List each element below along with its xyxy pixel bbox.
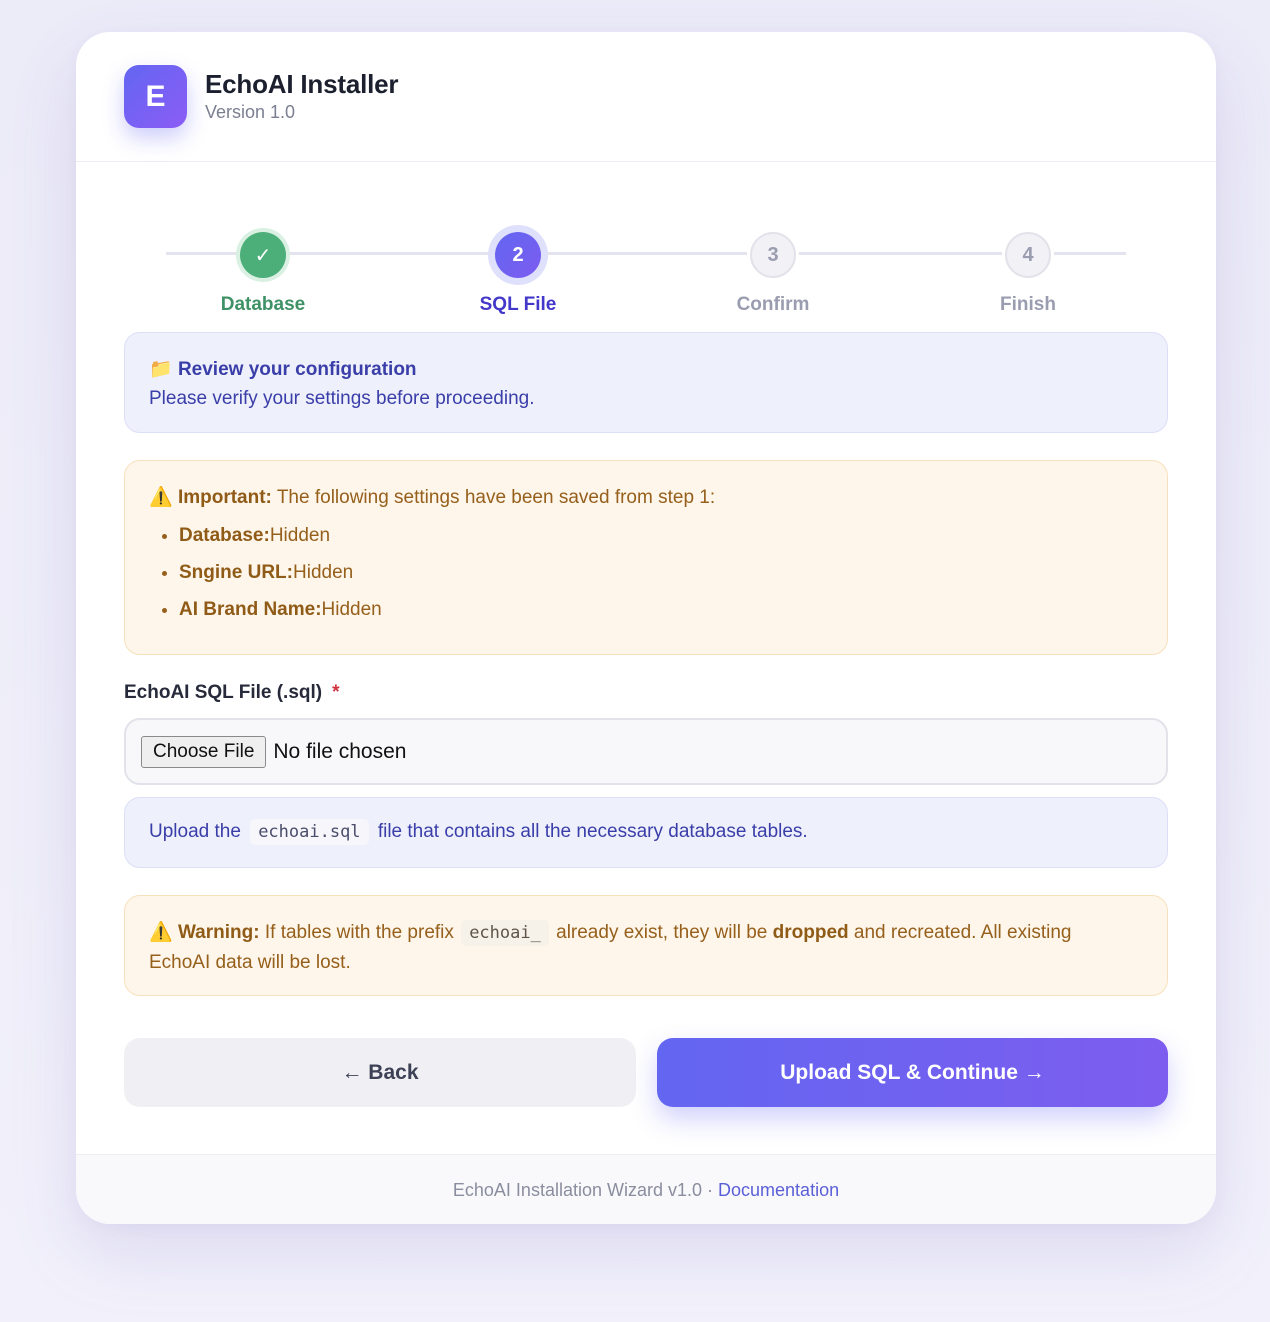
step-complete-check-icon: ✓ — [240, 232, 286, 278]
review-title-text: Review your configuration — [177, 359, 417, 380]
upload-hint-text: Upload the echoai.sql file that contains… — [149, 819, 808, 845]
setting-value: Hidden — [293, 562, 354, 583]
step-number: 2 — [495, 232, 541, 278]
setting-value: Hidden — [321, 599, 382, 620]
important-text: The following settings have been saved f… — [276, 487, 716, 508]
step-number: 4 — [1005, 232, 1051, 278]
important-line: ⚠️ Important: The following settings hav… — [149, 485, 715, 509]
folder-icon: 📁 — [149, 359, 173, 380]
footer-separator: · — [707, 1179, 714, 1200]
app-logo: E — [124, 65, 187, 128]
setting-key: Database: — [179, 525, 270, 546]
warning-icon: ⚠️ — [149, 487, 173, 508]
sql-file-label-text: EchoAI SQL File (.sql) — [124, 682, 323, 703]
hint-text-after: file that contains all the necessary dat… — [377, 821, 808, 842]
important-alert: ⚠️ Important: The following settings hav… — [124, 460, 1168, 655]
file-status: No file chosen — [273, 739, 407, 763]
documentation-link[interactable]: Documentation — [718, 1180, 839, 1201]
upload-hint: Upload the echoai.sql file that contains… — [124, 797, 1168, 868]
back-button[interactable]: ← Back — [124, 1038, 636, 1107]
warning-text: ⚠️ Warning: If tables with the prefix ec… — [149, 918, 1087, 978]
drop-tables-warning: ⚠️ Warning: If tables with the prefix ec… — [124, 895, 1168, 996]
choose-file-button[interactable]: Choose File — [141, 735, 267, 768]
installer-footer: EchoAI Installation Wizard v1.0 · Docume… — [76, 1154, 1216, 1224]
step-sql-file: 2 SQL File — [448, 232, 588, 316]
table-prefix-code: echoai_ — [461, 920, 549, 946]
hint-text-before: Upload the — [149, 821, 241, 842]
upload-continue-button[interactable]: Upload SQL & Continue → — [657, 1038, 1168, 1107]
app-title: EchoAI Installer — [205, 69, 399, 99]
review-config-alert: 📁 Review your configuration Please verif… — [124, 332, 1168, 433]
setting-key: Sngine URL: — [179, 562, 293, 583]
step-label: SQL File — [479, 294, 557, 315]
app-version: Version 1.0 — [205, 102, 296, 122]
saved-settings-list: Database:Hidden Sngine URL:Hidden AI Bra… — [155, 517, 382, 628]
required-marker: * — [332, 682, 340, 703]
installer-header: E EchoAI Installer Version 1.0 — [76, 32, 1216, 162]
warning-label: Warning: — [177, 922, 260, 943]
warning-icon: ⚠️ — [149, 922, 173, 943]
step-database: ✓ Database — [193, 232, 333, 316]
sql-filename-code: echoai.sql — [250, 819, 369, 845]
step-label: Confirm — [736, 294, 810, 315]
footer-text: EchoAI Installation Wizard v1.0 — [452, 1179, 703, 1200]
review-title: 📁 Review your configuration — [149, 357, 417, 381]
sql-file-label: EchoAI SQL File (.sql) * — [124, 682, 340, 704]
list-item: Sngine URL:Hidden — [179, 554, 382, 591]
setting-key: AI Brand Name: — [179, 599, 322, 620]
step-confirm: 3 Confirm — [703, 232, 843, 316]
step-finish: 4 Finish — [958, 232, 1098, 316]
setting-value: Hidden — [269, 525, 331, 546]
step-label: Finish — [1000, 294, 1056, 315]
warning-text-1: If tables with the prefix — [264, 922, 454, 943]
review-description: Please verify your settings before proce… — [149, 388, 535, 409]
important-label: Important: — [177, 487, 272, 508]
warning-text-2: already exist, they will be — [556, 922, 768, 943]
step-number: 3 — [750, 232, 796, 278]
sql-file-input[interactable]: Choose File No file chosen — [124, 718, 1168, 785]
list-item: Database:Hidden — [179, 517, 382, 554]
step-label: Database — [220, 294, 306, 315]
list-item: AI Brand Name:Hidden — [179, 591, 382, 628]
progress-stepper: ✓ Database 2 SQL File 3 Confirm 4 Finish — [76, 192, 1216, 332]
installer-card: E EchoAI Installer Version 1.0 ✓ Databas… — [76, 32, 1216, 1224]
warning-emphasis: dropped — [772, 922, 849, 943]
